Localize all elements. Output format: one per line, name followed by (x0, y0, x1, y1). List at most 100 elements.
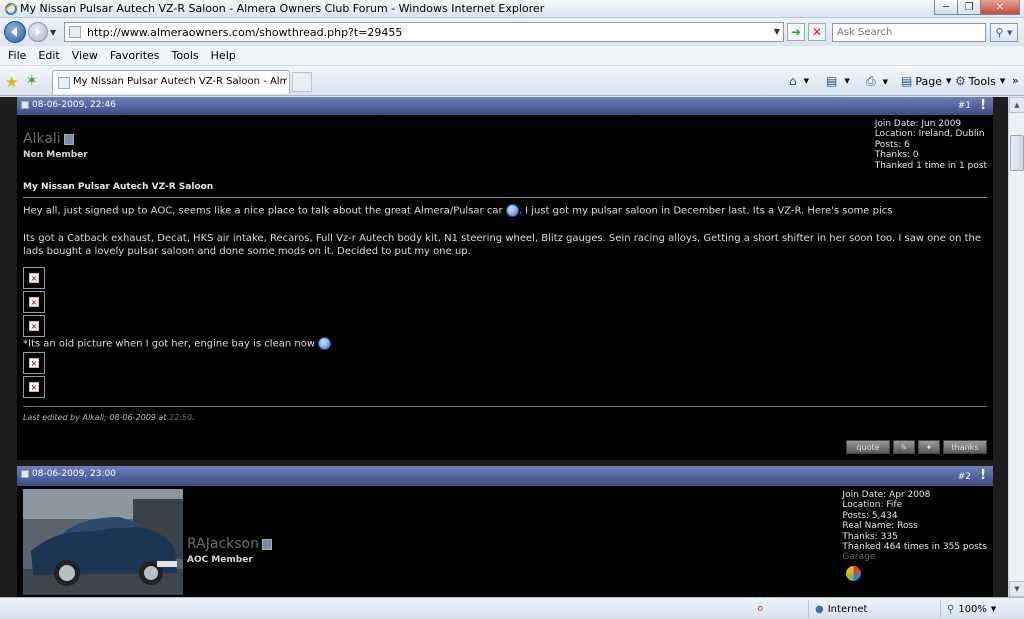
user-location: Location: Fife (842, 500, 903, 511)
user-join-date: Join Date: Apr 2008 (842, 490, 931, 500)
status-bar: ⚪ ● Internet ⚲ 100% ▼ (0, 597, 1024, 619)
home-dropdown-icon: ▼ (803, 77, 810, 85)
multi-quote-button[interactable]: ✎ (893, 440, 915, 454)
recent-pages-dropdown[interactable]: ▼ (50, 28, 56, 37)
post-number-link[interactable]: #2 (958, 472, 971, 482)
car-avatar-image (23, 489, 183, 595)
wrench-icon: ✦ (925, 442, 933, 452)
post-date: 08-06-2009, 22:46 (32, 100, 116, 110)
menu-bar: File Edit View Favorites Tools Help (0, 46, 1024, 66)
post-header: 08-06-2009, 23:00 #2 ! (17, 466, 993, 486)
post-paragraph-2: Its got a Catback exhaust, Decat, HKS ai… (23, 232, 982, 257)
protected-mode-indicator[interactable]: ⚪ (750, 600, 806, 618)
new-tab-button[interactable] (292, 72, 312, 92)
user-info: Join Date: Jun 2009 Location: Ireland, D… (875, 119, 987, 171)
garage-label: Garage (842, 552, 876, 563)
menu-favorites[interactable]: Favorites (110, 49, 160, 62)
user-rank: Non Member (23, 150, 88, 160)
offline-status-icon (63, 133, 74, 145)
zone-label: Internet (827, 603, 868, 615)
edit-divider (23, 406, 987, 407)
broken-image-icon: × (23, 314, 45, 337)
feeds-dropdown-icon: ▼ (844, 77, 850, 85)
user-block: Alkali Non Member Join Date: Jun 2009 Lo… (17, 115, 993, 177)
smiley-icon (318, 336, 332, 350)
quote-button[interactable]: quote (846, 440, 890, 454)
home-button[interactable]: ⌂ ▼ (789, 74, 809, 88)
user-real-name: Real Name: Ross (842, 521, 918, 532)
zoom-level: 100% (958, 603, 987, 615)
add-favorites-icon[interactable]: ✶ (26, 73, 38, 89)
search-input[interactable] (833, 24, 985, 41)
tab-favicon-icon (58, 77, 70, 89)
tab-label: My Nissan Pulsar Autech VZ-R Saloon - Al… (73, 76, 287, 87)
forward-arrow-icon (36, 28, 41, 36)
zoom-dropdown-icon: ▼ (990, 605, 997, 613)
broken-image-icon: × (23, 266, 45, 289)
post-icon (21, 470, 29, 478)
menu-tools[interactable]: Tools (172, 49, 199, 62)
post-date: 08-06-2009, 23:00 (32, 469, 116, 479)
more-commands-button[interactable]: » (1012, 74, 1019, 87)
stop-button[interactable]: ✕ (808, 23, 826, 41)
quick-reply-button[interactable]: ✦ (918, 440, 940, 454)
search-box[interactable] (832, 23, 986, 42)
post-divider (23, 197, 987, 198)
globe-icon: ● (815, 603, 824, 615)
user-block: RAJackson AOC Member Join Date: Apr 2008… (17, 486, 993, 597)
menu-file[interactable]: File (8, 49, 26, 62)
tab-current[interactable]: My Nissan Pulsar Autech VZ-R Saloon - Al… (52, 70, 290, 94)
go-arrow-icon: ➜ (790, 25, 802, 39)
address-dropdown-icon[interactable]: ▼ (774, 27, 780, 36)
window-title: My Nissan Pulsar Autech VZ-R Saloon - Al… (20, 2, 545, 15)
post-1: 08-06-2009, 22:46 #1 ! Alkali Non Member… (17, 97, 993, 460)
page-menu-button[interactable]: ▤ Page ▼ (901, 74, 951, 88)
close-window-button[interactable]: ✕ (980, 0, 1020, 15)
post-number-link[interactable]: #1 (958, 101, 971, 111)
page-menu-label: Page (915, 74, 942, 88)
username-link[interactable]: RAJackson (187, 536, 259, 552)
garage-icon[interactable] (846, 565, 862, 581)
minimize-button[interactable]: ─ (934, 0, 958, 15)
address-bar: ▼ http://www.almeraowners.com/showthread… (0, 18, 1024, 46)
tab-bar: ★ ✶ My Nissan Pulsar Autech VZ-R Saloon … (0, 66, 1024, 96)
search-button[interactable]: ⚲ ▾ (990, 23, 1018, 42)
user-location: Location: Ireland, Dublin (874, 129, 985, 140)
report-post-icon[interactable]: ! (980, 468, 986, 483)
zoom-control[interactable]: ⚲ 100% ▼ (940, 600, 1024, 618)
tools-menu-button[interactable]: ⚙ Tools ▼ (955, 74, 1005, 88)
vertical-scrollbar[interactable]: ▲ ▼ (1008, 97, 1024, 597)
username-link[interactable]: Alkali (23, 131, 61, 147)
printer-icon: ⎙ (866, 74, 876, 88)
home-icon: ⌂ (789, 74, 797, 88)
url-text[interactable]: http://www.almeraowners.com/showthread.p… (87, 26, 402, 39)
tools-menu-label: Tools (968, 74, 996, 88)
site-favicon-icon (69, 26, 81, 38)
user-avatar[interactable] (23, 489, 183, 595)
menu-help[interactable]: Help (211, 49, 236, 62)
favorites-star-icon[interactable]: ★ (5, 73, 18, 91)
post-2: 08-06-2009, 23:00 #2 ! RAJackson AOC Mem… (17, 466, 993, 597)
tools-dropdown-icon: ▼ (999, 77, 1006, 85)
title-bar: My Nissan Pulsar Autech VZ-R Saloon - Al… (0, 0, 1024, 18)
feeds-button[interactable]: ▤ ▼ (826, 74, 850, 88)
print-button[interactable]: ⎙ ▼ (866, 74, 888, 89)
thanks-button[interactable]: thanks (943, 440, 987, 454)
menu-edit[interactable]: Edit (38, 49, 59, 62)
forward-button[interactable] (28, 22, 48, 42)
zoom-icon: ⚲ (947, 603, 955, 615)
security-zone[interactable]: ● Internet (808, 600, 938, 618)
go-button[interactable]: ➜ (787, 23, 805, 41)
menu-view[interactable]: View (72, 49, 98, 62)
user-thanked: Thanked 464 times in 355 posts (842, 542, 987, 553)
back-button[interactable] (4, 21, 26, 43)
report-post-icon[interactable]: ! (980, 98, 986, 113)
address-field[interactable]: http://www.almeraowners.com/showthread.p… (64, 22, 784, 42)
ie-logo-icon (4, 3, 18, 15)
scroll-up-icon[interactable]: ▲ (1009, 97, 1024, 113)
user-rank: AOC Member (187, 555, 253, 565)
scroll-thumb[interactable] (1010, 135, 1024, 171)
scroll-down-icon[interactable]: ▼ (1009, 581, 1024, 597)
smiley-icon (505, 204, 519, 217)
maximize-button[interactable]: ❐ (957, 0, 981, 15)
